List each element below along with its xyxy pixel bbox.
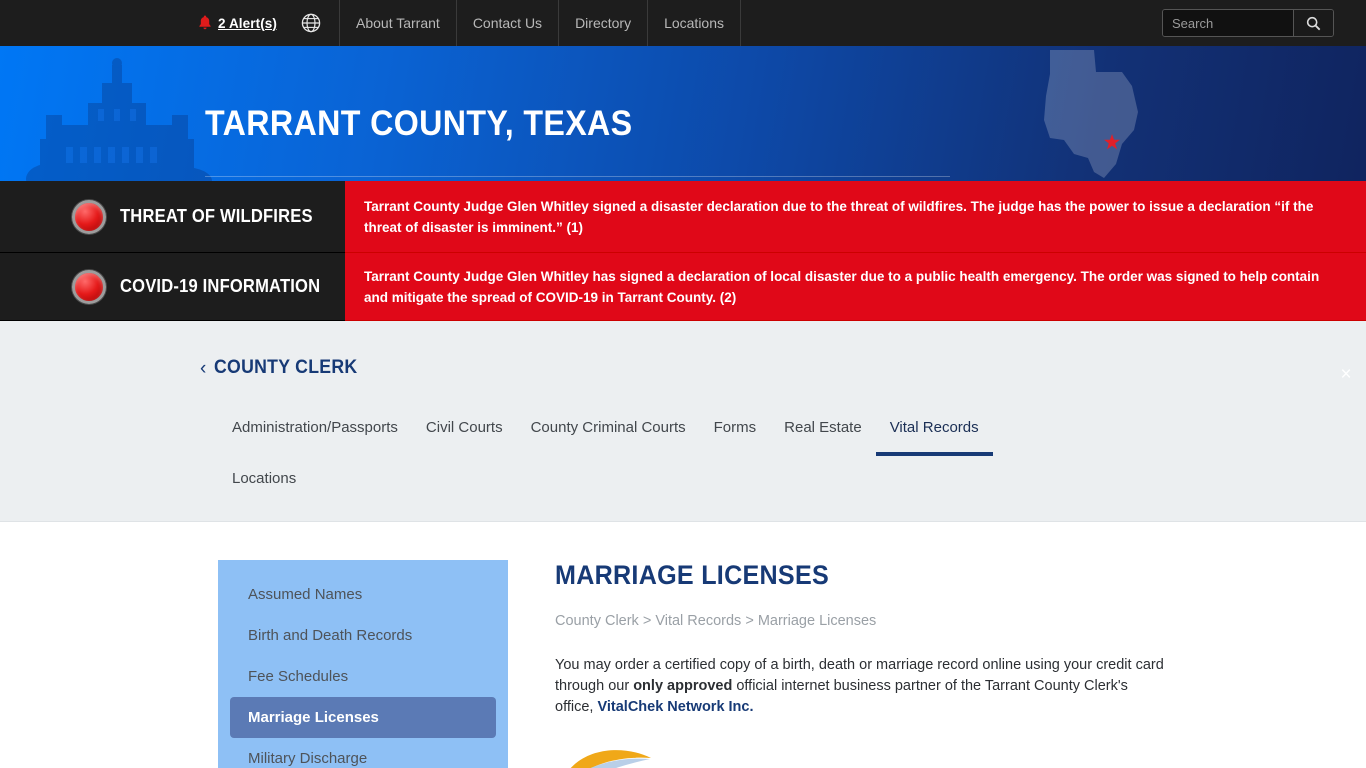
department-tabs: Administration/Passports Civil Courts Co… (218, 409, 1078, 460)
site-banner: TARRANT COUNTY, TEXAS GOVERNMENT EMPLOYM… (0, 46, 1366, 181)
alert-message-text: Tarrant County Judge Glen Whitley has si… (364, 268, 1320, 305)
alert-message-panel: Tarrant County Judge Glen Whitley signed… (345, 181, 1366, 253)
search-button[interactable] (1293, 10, 1333, 36)
breadcrumb: County Clerk > Vital Records > Marriage … (555, 613, 877, 629)
chevron-left-icon: ‹ (200, 357, 207, 379)
vitalchek-logo (555, 744, 705, 768)
sidebar-item-marriage-licenses[interactable]: Marriage Licenses (230, 697, 496, 738)
star-marker (1104, 134, 1120, 150)
top-nav: About Tarrant Contact Us Directory Locat… (339, 0, 742, 46)
alert-message-text: Tarrant County Judge Glen Whitley signed… (364, 198, 1314, 235)
breadcrumb-back-link[interactable]: ‹ COUNTY CLERK (200, 357, 369, 379)
texas-state-map (1044, 50, 1138, 178)
vitalchek-link[interactable]: VitalChek Network Inc. (597, 699, 753, 715)
sidebar-item-assumed-names[interactable]: Assumed Names (230, 574, 496, 615)
article-heading: MARRIAGE LICENSES (555, 560, 830, 590)
paragraph-emphasis: only approved (633, 678, 733, 694)
alert-row[interactable]: COVID-19 INFORMATION Tarrant County Judg… (0, 253, 1366, 321)
alert-label: THREAT OF WILDFIRES (0, 181, 345, 253)
banner-divider (205, 176, 950, 177)
topnav-item-locations[interactable]: Locations (647, 0, 742, 46)
alert-count-link[interactable]: 2 Alert(s) (218, 16, 277, 31)
article: MARRIAGE LICENSES County Clerk > Vital R… (508, 560, 1366, 768)
sidebar-item-birth-and-death-records[interactable]: Birth and Death Records (230, 615, 496, 656)
section-sidebar: Assumed Names Birth and Death Records Fe… (218, 560, 508, 768)
tab-county-criminal-courts[interactable]: County Criminal Courts (517, 409, 700, 456)
bell-icon (198, 15, 218, 31)
topnav-item-directory[interactable]: Directory (558, 0, 647, 46)
alert-label: COVID-19 INFORMATION (0, 253, 345, 321)
close-icon[interactable]: × (1335, 363, 1357, 385)
alert-title: COVID-19 INFORMATION (120, 276, 321, 296)
department-header-section: ‹ COUNTY CLERK Administration/Passports … (0, 321, 1366, 522)
tab-real-estate[interactable]: Real Estate (770, 409, 876, 456)
topnav-item-contact-us[interactable]: Contact Us (455, 0, 558, 46)
search-box (1162, 9, 1334, 37)
alert-banners: THREAT OF WILDFIRES Tarrant County Judge… (0, 181, 1366, 384)
alert-indicator-icon (72, 269, 106, 304)
department-tabs-row2: Locations (218, 460, 1366, 521)
alert-message-panel: Tarrant County Judge Glen Whitley has si… (345, 253, 1366, 321)
tab-forms[interactable]: Forms (700, 409, 771, 456)
page-title: TARRANT COUNTY, TEXAS (205, 104, 633, 143)
search-icon (1306, 16, 1321, 30)
main-content: Assumed Names Birth and Death Records Fe… (0, 522, 1366, 768)
top-utility-bar: 2 Alert(s) About Tarrant Contact Us Dire… (0, 0, 1366, 46)
globe-icon[interactable] (301, 13, 321, 33)
alerts-and-language: 2 Alert(s) (198, 0, 339, 46)
tab-civil-courts[interactable]: Civil Courts (412, 409, 517, 456)
tab-administration-passports[interactable]: Administration/Passports (218, 409, 412, 456)
sidebar-item-military-discharge[interactable]: Military Discharge (230, 738, 496, 768)
topnav-item-about-tarrant[interactable]: About Tarrant (339, 0, 456, 46)
sidebar-item-fee-schedules[interactable]: Fee Schedules (230, 656, 496, 697)
alert-indicator-icon (72, 199, 106, 234)
courthouse-silhouette (26, 58, 212, 181)
tab-locations[interactable]: Locations (218, 460, 310, 507)
search-input[interactable] (1163, 10, 1293, 36)
article-paragraph: You may order a certified copy of a birt… (555, 655, 1167, 718)
alert-row[interactable]: THREAT OF WILDFIRES Tarrant County Judge… (0, 181, 1366, 253)
department-name: COUNTY CLERK (214, 357, 358, 378)
tab-vital-records[interactable]: Vital Records (875, 409, 993, 456)
alert-title: THREAT OF WILDFIRES (120, 206, 313, 226)
